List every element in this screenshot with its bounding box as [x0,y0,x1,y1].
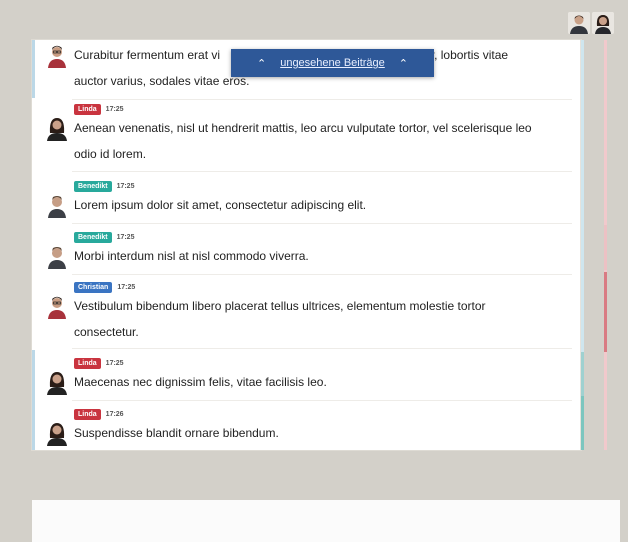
chat-message: Benedikt 17:25 Morbi interdum nisl at ni… [32,231,580,269]
message-separator [72,223,572,224]
read-progress-track-male [581,40,584,450]
read-progress-track-female [604,40,607,450]
chat-message: Christian 17:25 Vestibulum bibendum libe… [32,281,580,345]
message-time: 17:25 [105,105,124,113]
message-text: Vestibulum bibendum libero placerat tell… [74,299,486,339]
message-separator [72,274,572,275]
message-time: 17:25 [117,283,136,291]
author-badge: Benedikt [74,231,112,243]
chat-message-list[interactable]: Curabitur fermentum erat vi ortor, lobort… [32,40,581,450]
unread-marker [32,350,35,450]
message-text: Maecenas nec dignissim felis, vitae faci… [74,375,327,389]
message-time: 17:25 [105,359,124,367]
author-badge: Christian [74,281,113,293]
christian-avatar [44,293,70,319]
female-user-avatar[interactable] [592,12,614,34]
chevron-double-up-icon: ⌃ [398,57,409,70]
chat-message: Linda 17:25 Aenean venenatis, nisl ut he… [32,103,580,167]
chat-message: Benedikt 17:25 Lorem ipsum dolor sit ame… [32,180,580,218]
chat-message: Linda 17:26 Suspendisse blandit ornare b… [32,408,580,446]
message-separator [72,171,572,172]
linda-avatar [44,369,70,395]
male-user-avatar[interactable] [568,12,590,34]
message-time: 17:26 [105,410,124,418]
unread-marker [32,40,35,98]
unseen-posts-banner[interactable]: ⌃ ungesehene Beiträge ⌃ [231,49,434,77]
message-separator [72,99,572,100]
benedikt-avatar [44,243,70,269]
compose-area[interactable] [32,500,620,542]
message-text: Suspendisse blandit ornare bibendum. [74,426,279,440]
message-separator [72,400,572,401]
benedikt-avatar [44,192,70,218]
message-time: 17:25 [116,182,135,190]
message-text: Aenean venenatis, nisl ut hendrerit matt… [74,121,532,161]
message-time: 17:25 [116,233,135,241]
author-badge: Benedikt [74,180,112,192]
participant-avatars [568,12,614,34]
christian-avatar [44,42,70,68]
chevron-double-up-icon: ⌃ [256,57,267,70]
message-separator [72,348,572,349]
linda-avatar [44,115,70,141]
linda-avatar [44,420,70,446]
author-badge: Linda [74,408,101,420]
message-text: Morbi interdum nisl at nisl commodo vive… [74,249,309,263]
message-text: Lorem ipsum dolor sit amet, consectetur … [74,198,367,212]
author-badge: Linda [74,357,101,369]
author-badge: Linda [74,103,101,115]
unseen-posts-label[interactable]: ungesehene Beiträge [280,57,385,69]
chat-message: Linda 17:25 Maecenas nec dignissim felis… [32,357,580,395]
